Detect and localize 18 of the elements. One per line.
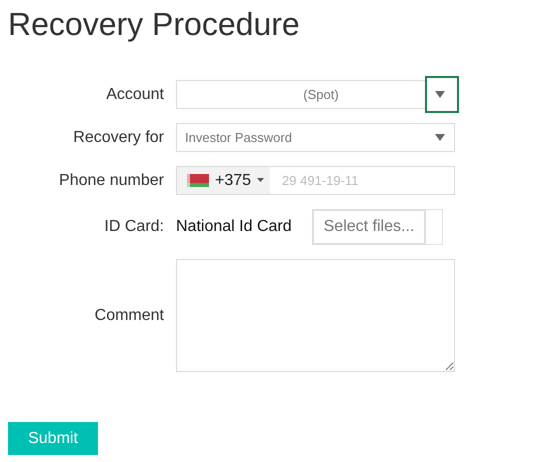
page-title: Recovery Procedure <box>8 6 301 42</box>
field-label: Comment <box>94 306 164 324</box>
field-label: Phone number <box>58 172 164 190</box>
select-files-button[interactable]: Select files... <box>312 209 426 245</box>
caret-icon <box>435 91 445 98</box>
field-label: Recovery for <box>72 128 164 146</box>
dropdown[interactable]: (Spot) <box>176 76 459 113</box>
comment-field[interactable] <box>176 259 455 372</box>
caret-icon <box>434 134 444 141</box>
country-code-picker[interactable]: +375 <box>177 167 270 194</box>
flag-icon <box>187 174 209 187</box>
dropdown-toggle[interactable] <box>425 76 459 113</box>
phone-field[interactable]: +375 29 491-19-11 <box>176 166 455 195</box>
submit-button[interactable]: Submit <box>8 422 98 455</box>
field-label: ID Card: <box>103 218 164 236</box>
field-label: Account <box>105 86 164 104</box>
document-name: National Id Card <box>176 218 292 236</box>
caret-icon <box>257 178 264 183</box>
